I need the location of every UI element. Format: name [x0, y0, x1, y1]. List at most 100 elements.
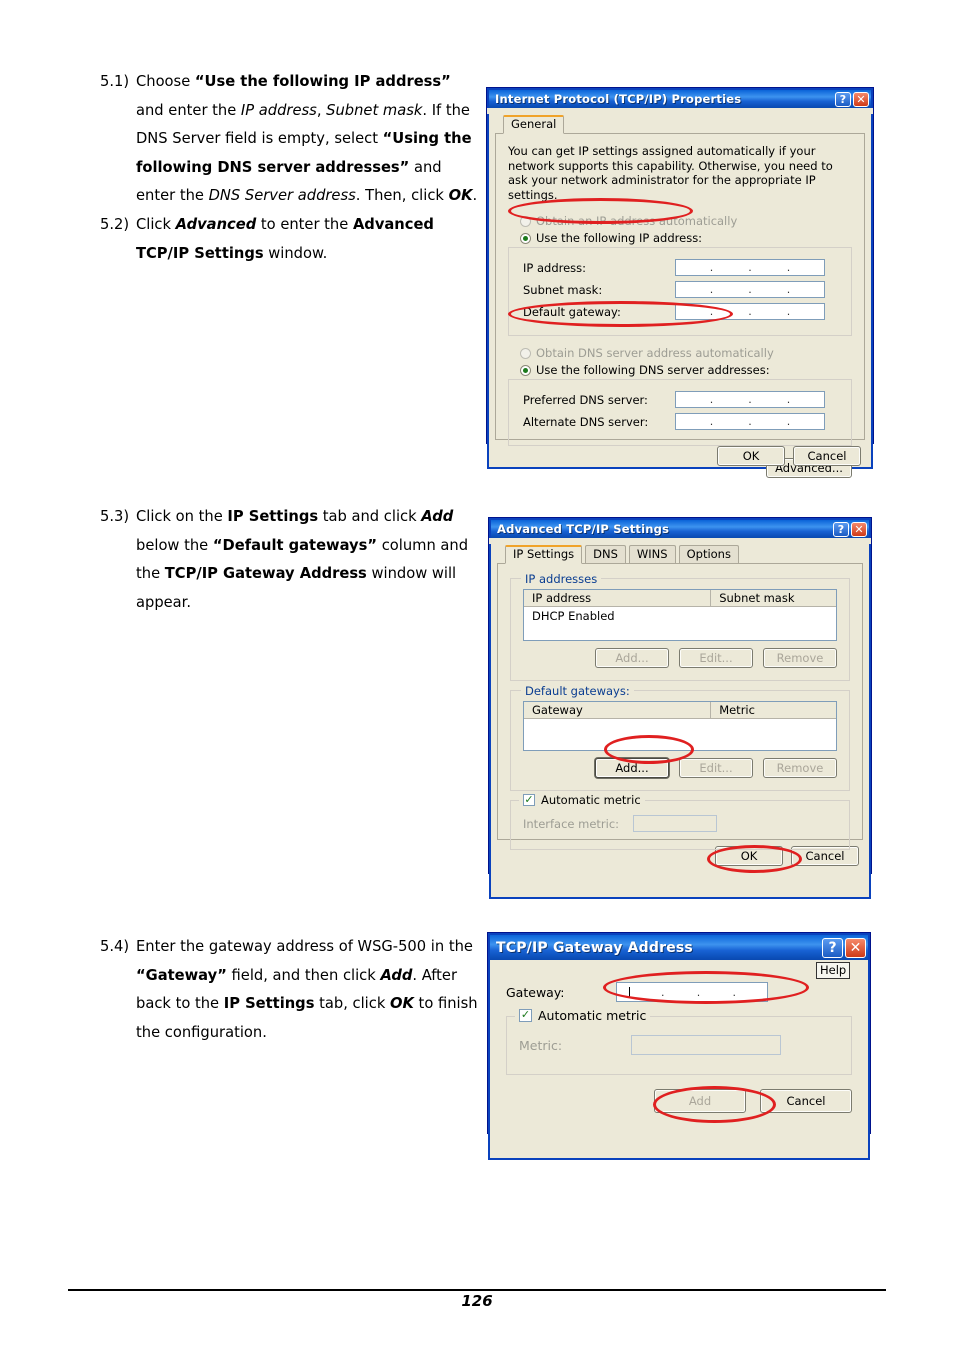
- column-header-ip-address[interactable]: IP address: [524, 590, 712, 606]
- ok-button[interactable]: OK: [717, 446, 785, 466]
- field-label: Alternate DNS server:: [523, 414, 649, 429]
- checkbox-icon: ✓: [519, 1008, 532, 1022]
- tab-options[interactable]: Options: [678, 545, 739, 563]
- footer-divider: [68, 1289, 886, 1291]
- dialog3-buttonbar: Add Cancel: [506, 1089, 852, 1113]
- close-icon[interactable]: ✕: [845, 937, 866, 958]
- field-interface-metric: Interface metric:: [523, 815, 837, 832]
- field-label: Metric:: [519, 1037, 563, 1053]
- ip-edit-button[interactable]: Edit...: [679, 648, 753, 668]
- step-text: Click Advanced to enter the Advanced TCP…: [136, 215, 434, 262]
- advanced-tcpip-settings-dialog: Advanced TCP/IP Settings ? ✕ IP Settings…: [488, 517, 872, 899]
- radio-label: Use the following IP address:: [536, 231, 703, 245]
- subnet-mask-input[interactable]: ...: [675, 281, 825, 298]
- step-text: Enter the gateway address of WSG-500 in …: [136, 938, 478, 1041]
- default-gateways-buttons: Add... Edit... Remove: [523, 758, 837, 778]
- dialog3-titlebar: TCP/IP Gateway Address ? ✕: [488, 933, 870, 960]
- group-caption: IP addresses: [521, 572, 602, 586]
- radio-obtain-dns-automatically[interactable]: Obtain DNS server address automatically: [520, 346, 852, 360]
- listview-header: Gateway Metric: [524, 702, 836, 719]
- cancel-button[interactable]: Cancel: [760, 1089, 852, 1113]
- radio-obtain-ip-automatically[interactable]: Obtain an IP address automatically: [520, 214, 852, 228]
- dialog1-description: You can get IP settings assigned automat…: [508, 144, 833, 202]
- field-ip-address: IP address: ...: [523, 259, 841, 276]
- add-button[interactable]: Add: [654, 1089, 746, 1113]
- radio-icon: [520, 364, 531, 376]
- alternate-dns-input[interactable]: ...: [675, 413, 825, 430]
- dialog1-titlebar: Internet Protocol (TCP/IP) Properties ? …: [487, 88, 873, 108]
- gateway-add-button[interactable]: Add...: [595, 758, 669, 778]
- dialog2-title: Advanced TCP/IP Settings: [497, 522, 670, 536]
- gateway-input[interactable]: ...: [616, 982, 768, 1002]
- dialog1-title: Internet Protocol (TCP/IP) Properties: [495, 92, 742, 106]
- help-icon[interactable]: ?: [835, 91, 851, 107]
- default-gateways-listview[interactable]: Gateway Metric: [523, 701, 837, 751]
- close-icon[interactable]: ✕: [851, 521, 867, 537]
- instruction-block-3: 5.4) Enter the gateway address of WSG-500…: [100, 933, 480, 1047]
- ip-remove-button[interactable]: Remove: [763, 648, 837, 668]
- help-icon[interactable]: ?: [833, 521, 849, 537]
- radio-label: Obtain DNS server address automatically: [536, 346, 774, 360]
- radio-label: Use the following DNS server addresses:: [536, 363, 770, 377]
- checkbox-label: Automatic metric: [541, 793, 641, 807]
- field-default-gateway: Default gateway: ...: [523, 303, 841, 320]
- step-text: Click on the IP Settings tab and click A…: [136, 508, 469, 611]
- dialog2-panel: IP addresses IP address Subnet mask DHCP…: [497, 564, 863, 850]
- radio-label: Obtain an IP address automatically: [536, 214, 738, 228]
- ip-add-button[interactable]: Add...: [595, 648, 669, 668]
- internet-protocol-properties-dialog: Internet Protocol (TCP/IP) Properties ? …: [486, 87, 874, 478]
- field-label: Gateway:: [506, 984, 565, 1000]
- field-alternate-dns: Alternate DNS server: ...: [523, 413, 841, 430]
- step-5-1: 5.1) Choose “Use the following IP address…: [100, 68, 480, 211]
- step-5-3: 5.3) Click on the IP Settings tab and cli…: [100, 503, 480, 617]
- gateway-remove-button[interactable]: Remove: [763, 758, 837, 778]
- column-header-metric[interactable]: Metric: [711, 702, 836, 718]
- automatic-metric-checkbox[interactable]: ✓ Automatic metric: [519, 793, 645, 807]
- group-caption: Default gateways:: [521, 684, 634, 698]
- column-header-subnet-mask[interactable]: Subnet mask: [711, 590, 836, 606]
- tab-general[interactable]: General: [503, 115, 565, 134]
- field-label: Subnet mask:: [523, 282, 603, 297]
- default-gateways-group: Default gateways: Gateway Metric Add... …: [510, 684, 850, 791]
- gateway-edit-button[interactable]: Edit...: [679, 758, 753, 778]
- dialog2-tabstrip: IP Settings DNS WINS Options: [497, 544, 863, 564]
- dialog1-panel: You can get IP settings assigned automat…: [495, 134, 865, 478]
- help-icon[interactable]: ?: [822, 937, 843, 958]
- checkbox-icon: ✓: [523, 793, 535, 806]
- page-number: 126: [461, 1292, 493, 1310]
- listview-header: IP address Subnet mask: [524, 590, 836, 607]
- table-row[interactable]: DHCP Enabled: [524, 607, 836, 623]
- tab-dns[interactable]: DNS: [585, 545, 626, 563]
- step-number: 5.3): [100, 508, 130, 525]
- radio-use-following-ip[interactable]: Use the following IP address:: [520, 231, 852, 245]
- step-number: 5.2): [100, 215, 130, 233]
- radio-icon: [520, 232, 531, 244]
- instruction-block-1: 5.1) Choose “Use the following IP address…: [100, 68, 480, 268]
- dns-server-group: Preferred DNS server: ... Alternate DNS …: [508, 379, 852, 446]
- automatic-metric-group: ✓ Automatic metric Interface metric:: [510, 793, 850, 850]
- dialog1-buttonbar: OK Cancel: [499, 446, 861, 466]
- close-icon[interactable]: ✕: [853, 91, 869, 107]
- preferred-dns-input[interactable]: ...: [675, 391, 825, 408]
- step-text: Choose “Use the following IP address” an…: [136, 73, 478, 205]
- column-header-gateway[interactable]: Gateway: [524, 702, 712, 718]
- instruction-block-2: 5.3) Click on the IP Settings tab and cli…: [100, 503, 480, 617]
- help-tooltip: Help: [816, 962, 851, 979]
- ip-address-input[interactable]: ...: [675, 259, 825, 276]
- field-label: Default gateway:: [523, 304, 621, 319]
- metric-input[interactable]: [631, 1035, 781, 1055]
- automatic-metric-checkbox[interactable]: ✓ Automatic metric: [515, 1008, 651, 1023]
- field-preferred-dns: Preferred DNS server: ...: [523, 391, 841, 408]
- field-subnet-mask: Subnet mask: ...: [523, 281, 841, 298]
- ip-addresses-listview[interactable]: IP address Subnet mask DHCP Enabled: [523, 589, 837, 641]
- radio-use-following-dns[interactable]: Use the following DNS server addresses:: [520, 363, 852, 377]
- field-label: IP address:: [523, 260, 587, 275]
- tab-wins[interactable]: WINS: [628, 545, 676, 563]
- cancel-button[interactable]: Cancel: [793, 446, 861, 466]
- ip-addresses-group: IP addresses IP address Subnet mask DHCP…: [510, 572, 850, 681]
- field-label: Preferred DNS server:: [523, 392, 648, 407]
- interface-metric-input[interactable]: [633, 815, 717, 832]
- default-gateway-input[interactable]: ...: [675, 303, 825, 320]
- tab-ip-settings[interactable]: IP Settings: [505, 545, 583, 564]
- tcpip-gateway-address-dialog: TCP/IP Gateway Address ? ✕ Gateway: ... …: [487, 932, 871, 1160]
